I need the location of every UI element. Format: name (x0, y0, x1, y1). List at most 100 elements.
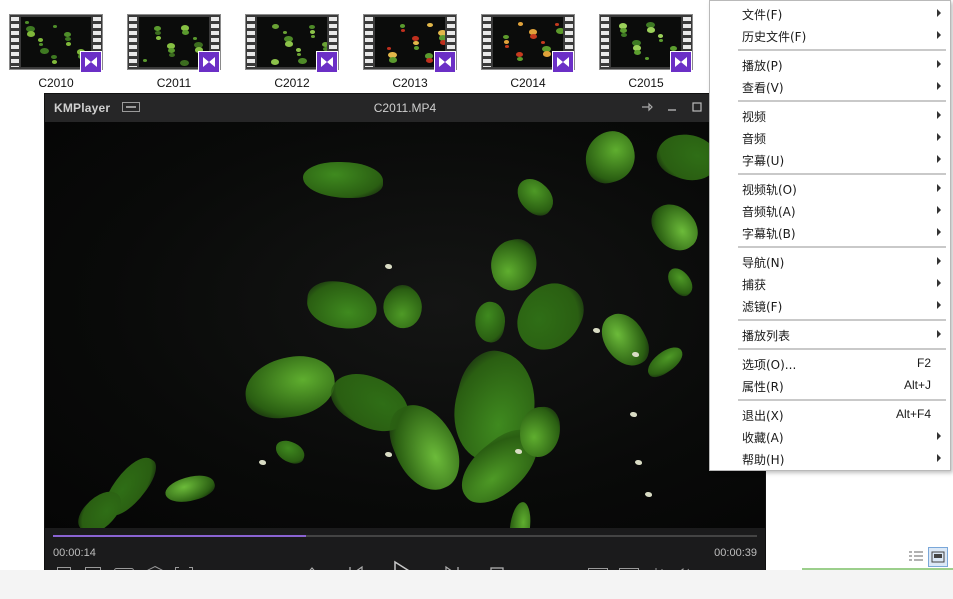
pepper-slice (162, 470, 218, 508)
file-thumbnail[interactable]: C2010 (9, 14, 105, 90)
menu-item-label: 视频轨(O) (742, 183, 797, 197)
menu-item-label: 收藏(A) (742, 431, 784, 445)
submenu-arrow-icon (937, 133, 941, 141)
kmplayer-file-icon (670, 51, 692, 73)
file-title: C2011.MP4 (373, 101, 437, 115)
menu-item[interactable]: 字幕(U) (710, 148, 950, 170)
maximize-icon[interactable] (690, 100, 704, 114)
kmplayer-file-icon (198, 51, 220, 73)
pepper-slice (272, 437, 308, 467)
context-menu: 文件(F) 历史文件(F) 播放(P) 查看(V) 视频音频字幕(U) 视频轨(O) 音频轨… (709, 0, 951, 471)
submenu-arrow-icon (937, 432, 941, 440)
menu-separator (738, 100, 946, 102)
seek-bar[interactable] (53, 535, 757, 537)
menu-item[interactable]: 音频轨(A) (710, 199, 950, 221)
submenu-arrow-icon (937, 60, 941, 68)
menu-item-label: 捕获 (742, 278, 767, 292)
menu-item[interactable]: 选项(O)... F2 (710, 352, 950, 374)
menu-item[interactable]: 音频 (710, 126, 950, 148)
pepper-slice (519, 406, 561, 458)
thumbnail-label: C2015 (628, 76, 664, 90)
pepper-seed (593, 328, 600, 333)
menu-item[interactable]: 查看(V) (710, 75, 950, 97)
pepper-slice (303, 162, 383, 198)
explorer-status-strip (0, 570, 953, 599)
menu-item-label: 播放(P) (742, 59, 783, 73)
pepper-seed (385, 452, 392, 457)
submenu-arrow-icon (937, 155, 941, 163)
submenu-arrow-icon (937, 82, 941, 90)
time-total: 00:00:39 (714, 547, 757, 559)
menu-item-label: 音频轨(A) (742, 205, 796, 219)
pepper-slice (644, 195, 706, 259)
video-frame[interactable] (45, 122, 765, 528)
menu-item-label: 视频 (742, 110, 767, 124)
menu-item[interactable]: 退出(X) Alt+F4 (710, 403, 950, 425)
menu-item[interactable]: 滤镜(F) (710, 294, 950, 316)
pepper-slice (510, 172, 560, 222)
seek-progress (53, 535, 307, 537)
submenu-arrow-icon (937, 279, 941, 287)
menu-separator (738, 246, 946, 248)
menu-item-label: 字幕(U) (742, 154, 785, 168)
pepper-slice (594, 305, 656, 375)
menu-item-label: 退出(X) (742, 409, 784, 423)
menu-item[interactable]: 字幕轨(B) (710, 221, 950, 243)
menu-item-label: 属性(R) (742, 380, 784, 394)
menu-item[interactable]: 导航(N) (710, 250, 950, 272)
menu-item[interactable]: 播放列表 (710, 323, 950, 345)
menu-separator (738, 399, 946, 401)
kmplayer-window: KMPlayer C2011.MP4 00:00:14 00:00:39 (44, 93, 766, 594)
submenu-arrow-icon (937, 228, 941, 236)
submenu-arrow-icon (937, 9, 941, 17)
thumbnail-label: C2010 (38, 76, 74, 90)
menu-item[interactable]: 属性(R) Alt+J (710, 374, 950, 396)
submenu-arrow-icon (937, 111, 941, 119)
kmplayer-file-icon (80, 51, 102, 73)
file-thumbnail[interactable]: C2013 (363, 14, 459, 90)
menu-item-label: 历史文件(F) (742, 30, 807, 44)
pepper-seed (515, 449, 522, 454)
thumbnail-label: C2014 (510, 76, 546, 90)
menu-item[interactable]: 视频轨(O) (710, 177, 950, 199)
submenu-arrow-icon (937, 454, 941, 462)
pepper-seed (259, 460, 266, 465)
menu-item[interactable]: 播放(P) (710, 53, 950, 75)
menu-item-label: 查看(V) (742, 81, 784, 95)
pepper-seed (645, 492, 652, 497)
file-thumbnail[interactable]: C2015 (599, 14, 695, 90)
pepper-slice (242, 352, 338, 422)
menu-item-label: 播放列表 (742, 329, 791, 343)
pepper-seed (630, 412, 637, 417)
details-view-icon[interactable] (906, 547, 926, 567)
progress-indicator-line (802, 568, 953, 570)
thumbnail-label: C2013 (392, 76, 428, 90)
large-icons-view-icon[interactable] (928, 547, 948, 567)
pepper-slice (662, 264, 698, 300)
submenu-arrow-icon (937, 206, 941, 214)
file-thumbnail[interactable]: C2012 (245, 14, 341, 90)
kmplayer-file-icon (434, 51, 456, 73)
pin-icon[interactable] (640, 100, 654, 114)
pepper-seed (635, 460, 642, 465)
menu-item-label: 导航(N) (742, 256, 785, 270)
thumbnail-label: C2012 (274, 76, 310, 90)
minimize-icon[interactable] (665, 100, 679, 114)
pepper-slice (579, 126, 641, 188)
file-thumbnail[interactable]: C2011 (127, 14, 223, 90)
menu-item[interactable]: 捕获 (710, 272, 950, 294)
menu-item-label: 帮助(H) (742, 453, 785, 467)
time-elapsed: 00:00:14 (53, 547, 96, 559)
file-thumbnail[interactable]: C2014 (481, 14, 577, 90)
thumbnail-label: C2011 (156, 76, 192, 90)
menu-item[interactable]: 历史文件(F) (710, 24, 950, 46)
menu-item-shortcut: Alt+J (903, 378, 931, 392)
menu-item[interactable]: 视频 (710, 104, 950, 126)
menu-item[interactable]: 帮助(H) (710, 447, 950, 469)
kmplayer-file-icon (316, 51, 338, 73)
player-titlebar[interactable]: KMPlayer C2011.MP4 (45, 94, 765, 122)
submenu-arrow-icon (937, 31, 941, 39)
menu-item[interactable]: 收藏(A) (710, 425, 950, 447)
submenu-arrow-icon (937, 330, 941, 338)
menu-item[interactable]: 文件(F) (710, 2, 950, 24)
